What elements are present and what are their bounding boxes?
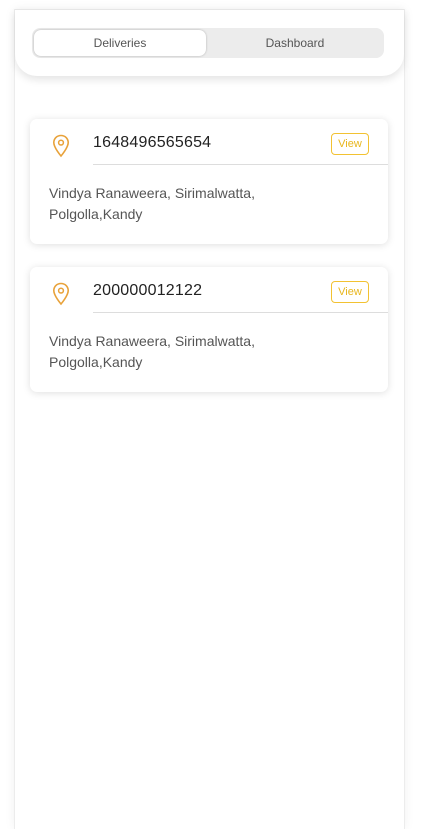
app-screen: Deliveries Dashboard 1648496565654 View …	[14, 9, 405, 829]
segmented-tabs: Deliveries Dashboard	[32, 28, 384, 58]
map-pin-icon	[52, 134, 70, 158]
top-header: Deliveries Dashboard	[15, 9, 404, 76]
delivery-card[interactable]: 1648496565654 View Vindya Ranaweera, Sir…	[30, 119, 388, 244]
view-button[interactable]: View	[331, 133, 369, 155]
delivery-card[interactable]: 200000012122 View Vindya Ranaweera, Siri…	[30, 267, 388, 392]
card-divider	[93, 312, 388, 313]
order-id: 200000012122	[93, 282, 203, 299]
tab-dashboard[interactable]: Dashboard	[208, 30, 382, 56]
delivery-address: Vindya Ranaweera, Sirimalwatta, Polgolla…	[49, 333, 255, 370]
map-pin-icon	[52, 282, 70, 306]
order-id: 1648496565654	[93, 134, 212, 151]
tab-deliveries[interactable]: Deliveries	[34, 30, 206, 56]
delivery-address: Vindya Ranaweera, Sirimalwatta, Polgolla…	[49, 185, 255, 222]
view-button[interactable]: View	[331, 281, 369, 303]
card-divider	[93, 164, 388, 165]
